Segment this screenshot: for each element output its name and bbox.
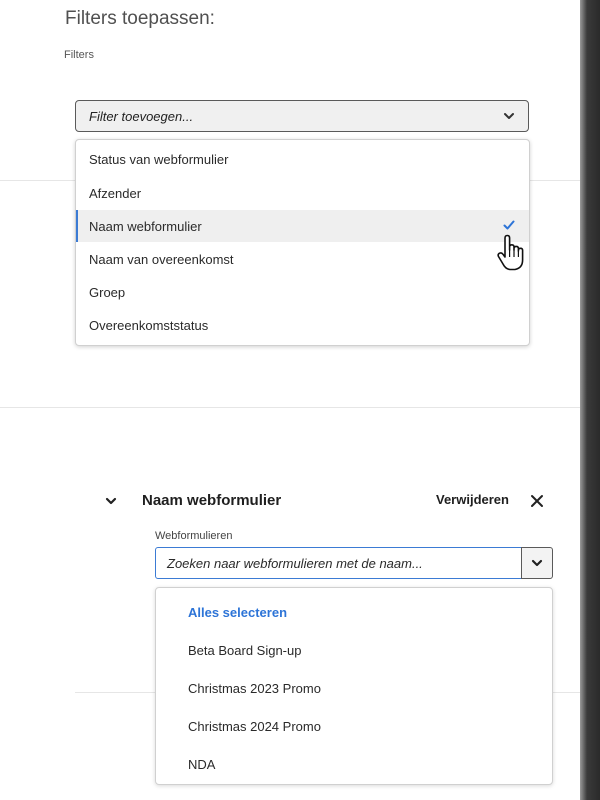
chevron-down-icon	[504, 113, 514, 119]
webform-option[interactable]: Beta Board Sign-up	[188, 643, 301, 658]
webform-option[interactable]: NDA	[188, 757, 215, 772]
filter-option-group[interactable]: Groep	[76, 276, 529, 308]
page: Filters toepassen: Filters Filter toevoe…	[0, 0, 600, 800]
filter-option-agreement-name[interactable]: Naam van overeenkomst	[76, 243, 529, 275]
close-icon[interactable]	[530, 494, 544, 508]
filter-options-menu: Status van webformulier Afzender Naam we…	[75, 139, 530, 346]
hand-pointer-icon	[497, 234, 524, 271]
divider-middle	[0, 407, 580, 408]
webform-options-list: Alles selecteren Beta Board Sign-up Chri…	[155, 587, 553, 785]
chevron-down-icon	[531, 559, 543, 567]
filter-option-label: Overeenkomststatus	[89, 318, 209, 333]
webform-option[interactable]: Christmas 2024 Promo	[188, 719, 321, 734]
webform-dropdown-button[interactable]	[521, 547, 553, 579]
webform-search-placeholder: Zoeken naar webformulieren met de naam..…	[167, 556, 423, 571]
filter-option-label: Naam webformulier	[89, 219, 202, 234]
filter-option-sender[interactable]: Afzender	[76, 177, 529, 209]
filter-option-webform-status[interactable]: Status van webformulier	[76, 143, 529, 175]
filter-option-label: Status van webformulier	[89, 152, 229, 167]
add-filter-dropdown[interactable]: Filter toevoegen...	[75, 100, 529, 132]
filter-option-label: Afzender	[89, 186, 142, 201]
add-filter-placeholder: Filter toevoegen...	[89, 109, 194, 124]
filters-panel: Filters toepassen: Filters Filter toevoe…	[0, 0, 580, 800]
remove-filter-button[interactable]: Verwijderen	[436, 492, 509, 507]
filters-label: Filters	[64, 49, 94, 61]
filter-option-label: Naam van overeenkomst	[89, 252, 234, 267]
filter-option-label: Groep	[89, 285, 126, 300]
window-shadow-edge	[580, 0, 600, 800]
filter-option-webform-name[interactable]: Naam webformulier	[76, 210, 529, 242]
section-title: Naam webformulier	[142, 492, 282, 509]
checkmark-icon	[503, 220, 515, 230]
select-all-option[interactable]: Alles selecteren	[188, 605, 287, 620]
page-title: Filters toepassen:	[65, 8, 215, 29]
webform-option[interactable]: Christmas 2023 Promo	[188, 681, 321, 696]
filter-option-agreement-status[interactable]: Overeenkomststatus	[76, 309, 529, 341]
webforms-field-label: Webformulieren	[155, 530, 233, 542]
collapse-section-icon[interactable]	[104, 494, 118, 508]
webform-search-input[interactable]: Zoeken naar webformulieren met de naam..…	[155, 547, 522, 579]
